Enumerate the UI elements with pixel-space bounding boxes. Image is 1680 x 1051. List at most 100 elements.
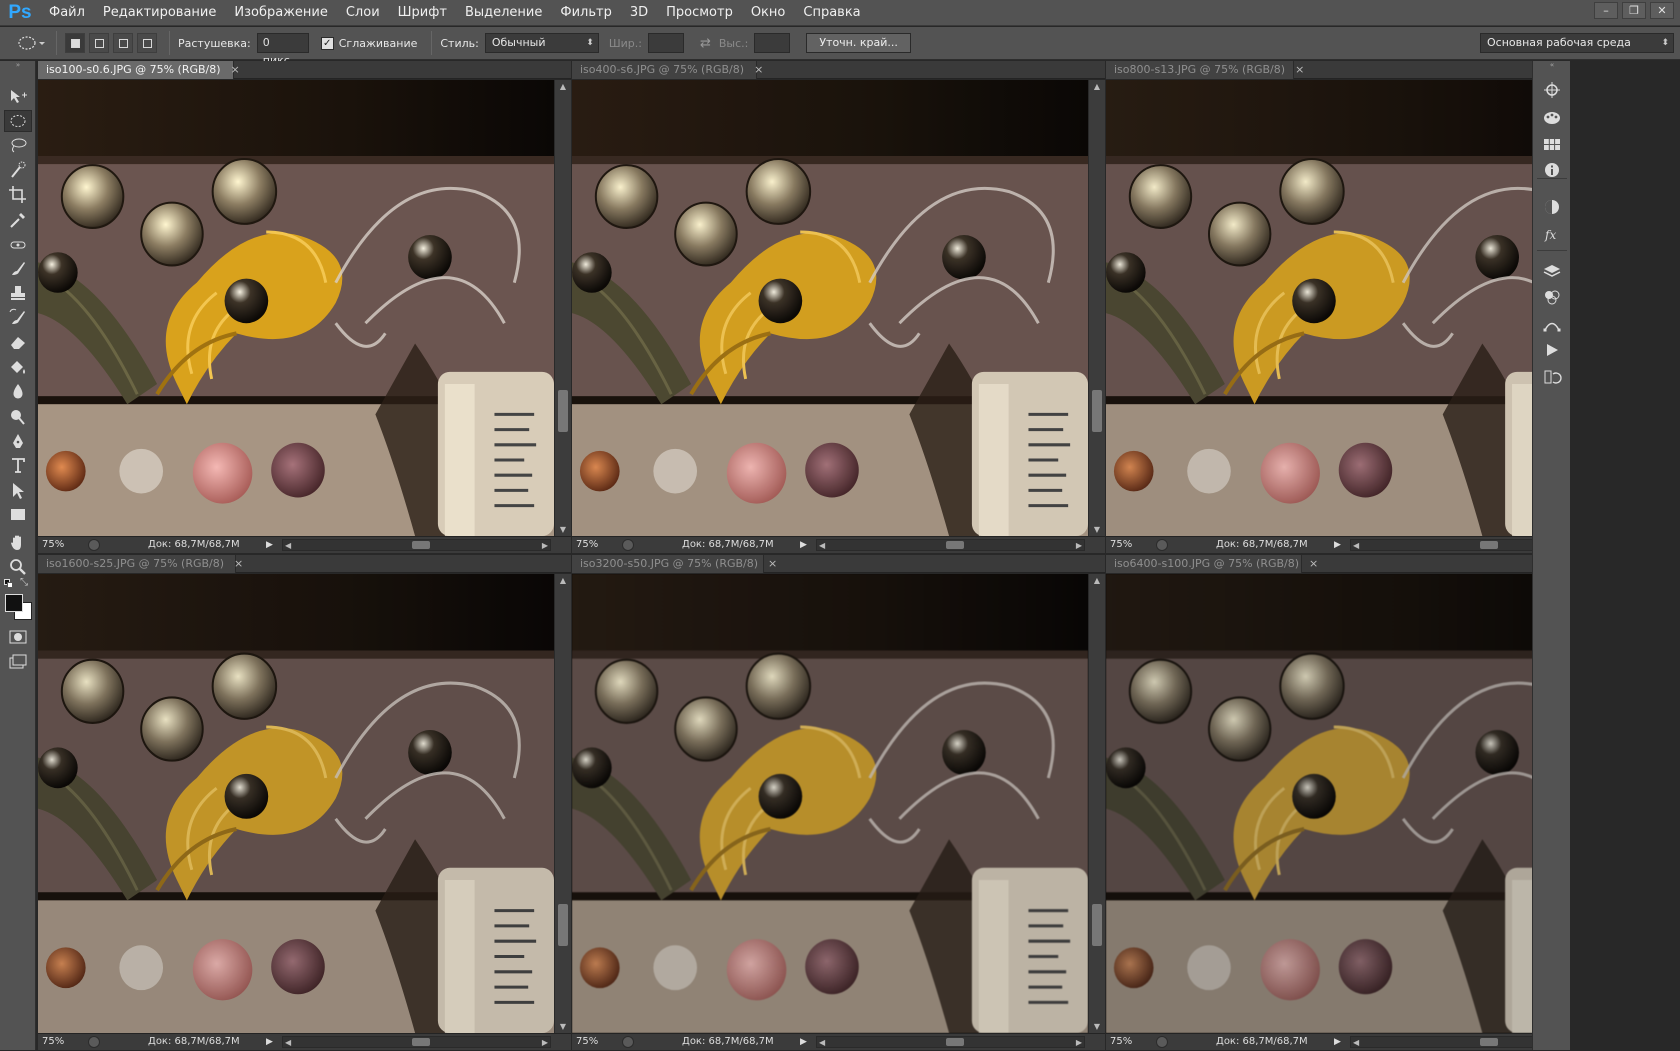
document-canvas[interactable] [38,80,554,536]
scroll-thumb[interactable] [1092,904,1102,947]
menu-2[interactable]: Изображение [225,0,336,26]
horizontal-scroll-thumb[interactable] [946,1038,965,1046]
scroll-left-icon[interactable]: ◀ [1353,538,1359,554]
status-menu-arrow-icon[interactable]: ▶ [1334,537,1341,553]
scroll-down-icon[interactable]: ▼ [1089,525,1105,534]
menu-8[interactable]: Просмотр [657,0,742,26]
info-panel-button[interactable] [1538,159,1566,181]
style-dropdown[interactable]: Обычный ⬍ [484,33,599,53]
panel-collapse-icon[interactable]: « [1533,61,1571,70]
paths-panel-button[interactable] [1538,313,1566,335]
close-button[interactable]: ✕ [1650,2,1674,19]
horizontal-scrollbar[interactable]: ◀▶ [282,1036,551,1048]
vertical-scrollbar[interactable]: ▲▼ [1088,574,1105,1033]
history-brush-tool[interactable] [4,306,32,328]
move-tool[interactable] [4,85,32,107]
swap-colors-icon[interactable]: ⤡ [20,577,28,588]
status-info-icon[interactable] [1156,1036,1168,1048]
vertical-scrollbar[interactable]: ▲▼ [554,80,571,536]
status-menu-arrow-icon[interactable]: ▶ [1334,1034,1341,1050]
status-info-icon[interactable] [622,539,634,551]
scroll-thumb[interactable] [558,390,568,433]
refine-edge-button[interactable]: Уточн. край... [806,33,911,53]
dodge-tool[interactable] [4,405,32,427]
status-info-icon[interactable] [622,1036,634,1048]
crop-tool[interactable] [4,183,32,205]
zoom-level[interactable]: 75% [576,1034,598,1050]
status-menu-arrow-icon[interactable]: ▶ [800,1034,807,1050]
menu-7[interactable]: 3D [621,0,657,26]
quick-selection-tool[interactable] [4,159,32,181]
horizontal-scroll-thumb[interactable] [946,541,965,549]
menu-1[interactable]: Редактирование [94,0,225,26]
document-tab[interactable]: iso1600-s25.JPG @ 75% (RGB/8) × [38,555,243,573]
status-info-icon[interactable] [1156,539,1168,551]
status-menu-arrow-icon[interactable]: ▶ [266,537,273,553]
scroll-down-icon[interactable]: ▼ [555,525,571,534]
photoshop-logo[interactable]: Ps [0,0,40,26]
color-panel-button[interactable] [1538,106,1566,128]
close-tab-icon[interactable]: × [1309,557,1318,570]
actions-panel-button[interactable] [1538,339,1566,361]
zoom-level[interactable]: 75% [1110,537,1132,553]
scroll-left-icon[interactable]: ◀ [819,1035,825,1051]
menu-9[interactable]: Окно [742,0,795,26]
tool-preset-picker[interactable] [14,30,48,56]
quick-mask-button[interactable] [4,626,32,648]
elliptical-marquee-tool[interactable] [4,110,32,132]
adjustments-panel-button[interactable] [1538,196,1566,218]
scroll-up-icon[interactable]: ▲ [555,82,571,91]
workspace-dropdown[interactable]: Основная рабочая среда ⬍ [1480,33,1674,53]
lasso-tool[interactable] [4,134,32,156]
status-menu-arrow-icon[interactable]: ▶ [800,537,807,553]
scroll-right-icon[interactable]: ▶ [1076,1035,1082,1051]
horizontal-scroll-thumb[interactable] [412,541,431,549]
width-input[interactable] [647,33,684,53]
scroll-thumb[interactable] [1092,390,1102,433]
close-tab-icon[interactable]: × [754,63,763,76]
screen-mode-button[interactable] [4,651,32,673]
eyedropper-tool[interactable] [4,208,32,230]
menu-5[interactable]: Выделение [456,0,551,26]
close-tab-icon[interactable]: × [234,557,243,570]
feather-input[interactable]: 0 пикс. [256,33,309,67]
brush-tool[interactable] [4,257,32,279]
scroll-down-icon[interactable]: ▼ [555,1022,571,1031]
scroll-right-icon[interactable]: ▶ [1076,538,1082,554]
antialias-checkbox[interactable]: ✓ [320,36,334,50]
zoom-level[interactable]: 75% [42,1034,64,1050]
scroll-left-icon[interactable]: ◀ [285,538,291,554]
zoom-level[interactable]: 75% [576,537,598,553]
eraser-tool[interactable] [4,331,32,353]
menu-10[interactable]: Справка [794,0,869,26]
swap-dimensions-icon[interactable]: ⇄ [700,36,711,51]
foreground-color-swatch[interactable] [5,594,23,612]
document-tab[interactable]: iso3200-s50.JPG @ 75% (RGB/8) × [572,555,777,573]
document-tab[interactable]: iso800-s13.JPG @ 75% (RGB/8) × [1106,61,1304,79]
document-tab[interactable]: iso6400-s100.JPG @ 75% (RGB/8) × [1106,555,1318,573]
navigator-panel-button[interactable] [1538,79,1566,101]
paint-bucket-tool[interactable] [4,356,32,378]
document-canvas[interactable] [572,574,1088,1033]
document-tab[interactable]: iso400-s6.JPG @ 75% (RGB/8) × [572,61,763,79]
status-info-icon[interactable] [88,539,100,551]
layers-panel-button[interactable] [1538,260,1566,282]
spot-healing-tool[interactable] [4,233,32,255]
status-info-icon[interactable] [88,1036,100,1048]
horizontal-scrollbar[interactable]: ◀▶ [282,539,551,551]
menu-3[interactable]: Слои [337,0,389,26]
type-tool[interactable] [4,454,32,476]
add-selection-button[interactable] [89,33,109,53]
scroll-right-icon[interactable]: ▶ [542,538,548,554]
scroll-left-icon[interactable]: ◀ [285,1035,291,1051]
swatches-panel-button[interactable] [1538,133,1566,155]
default-colors-icon[interactable] [4,579,14,589]
pen-tool[interactable] [4,430,32,452]
zoom-level[interactable]: 75% [42,537,64,553]
rectangle-tool[interactable] [4,503,32,525]
horizontal-scroll-thumb[interactable] [1479,1038,1498,1046]
zoom-tool[interactable] [4,555,32,577]
close-tab-icon[interactable]: × [231,63,240,76]
scroll-left-icon[interactable]: ◀ [1353,1035,1359,1051]
close-tab-icon[interactable]: × [1295,63,1304,76]
